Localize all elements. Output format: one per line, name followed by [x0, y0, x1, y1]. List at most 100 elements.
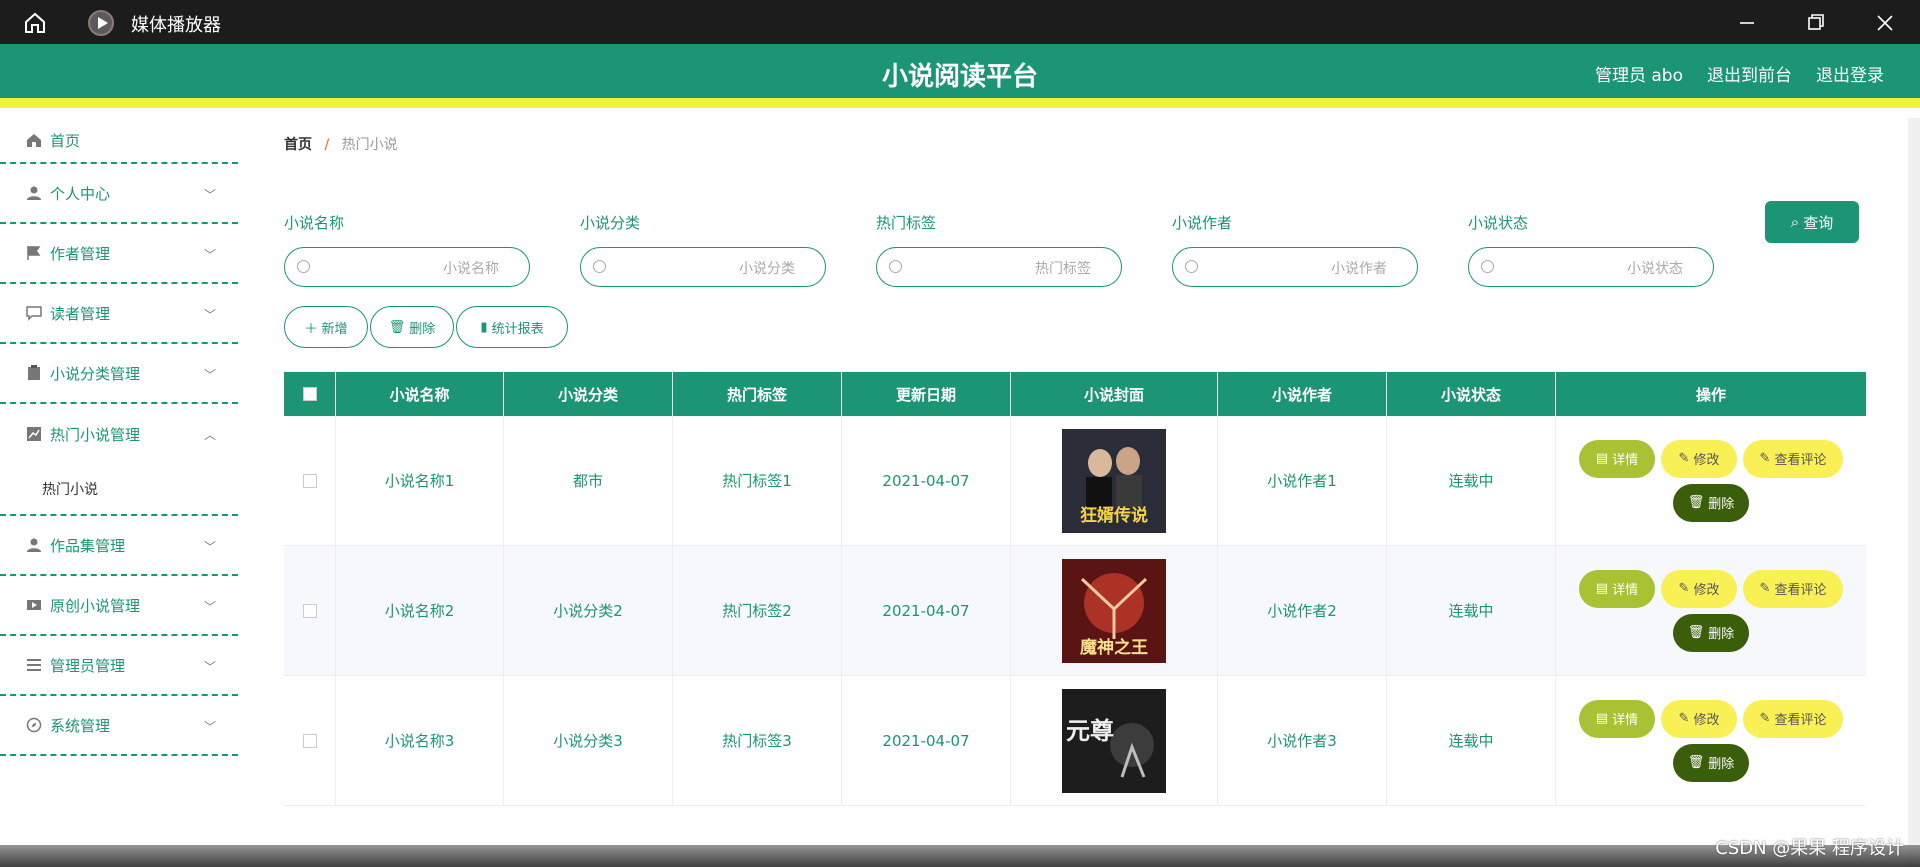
trash-icon: 🗑 [1687, 495, 1705, 510]
sidebar-item-home[interactable]: 首页 [0, 118, 238, 164]
detail-button[interactable]: ▤ 详情 [1579, 439, 1655, 478]
document-icon: ▤ [1595, 711, 1609, 726]
breadcrumb-current: 热门小说 [341, 137, 398, 153]
filter-label: 小说作者 [1172, 214, 1233, 232]
filter-novel-category: 小说分类 小说分类 [580, 212, 826, 287]
column-header: 操作 [1695, 385, 1726, 404]
bar-chart-icon: ▮ [480, 319, 488, 335]
pencil-icon: ✎ [1759, 581, 1771, 596]
sidebar-item-original[interactable]: 原创小说管理 ﹀ [0, 576, 238, 636]
filter-label: 热门标签 [876, 214, 937, 232]
chevron-down-icon: ﹀ [203, 248, 216, 262]
plus-icon: ＋ [304, 321, 318, 337]
row-delete-button[interactable]: 🗑 删除 [1673, 613, 1749, 652]
detail-label: 详情 [1612, 583, 1639, 598]
input-placeholder: 小说名称 [443, 261, 499, 277]
sidebar-subitem-hot-novel[interactable]: 热门小说 [0, 464, 238, 516]
table-row: 小说名称1 都市 热门标签1 2021-04-07 狂婿传说 小说作者1 连载中… [284, 416, 1866, 546]
filter-novel-name: 小说名称 小说名称 [284, 212, 530, 287]
watermark: CSDN @果果 程序设计 [1715, 838, 1904, 859]
flag-icon [27, 246, 41, 260]
detail-button[interactable]: ▤ 详情 [1579, 569, 1655, 608]
edit-label: 修改 [1693, 713, 1720, 728]
vertical-scrollbar[interactable] [1908, 118, 1920, 867]
row-checkbox[interactable] [302, 473, 317, 488]
cell-status: 连载中 [1387, 416, 1556, 545]
exit-to-front-link[interactable]: 退出到前台 [1707, 61, 1792, 86]
document-icon: ▤ [1595, 581, 1609, 596]
edit-button[interactable]: ✎ 修改 [1661, 569, 1737, 608]
close-icon[interactable] [1872, 10, 1898, 36]
sidebar-item-label: 个人中心 [50, 184, 111, 203]
input-placeholder: 小说作者 [1331, 261, 1387, 277]
add-button[interactable]: ＋新增 [284, 306, 368, 348]
edit-button[interactable]: ✎ 修改 [1661, 699, 1737, 738]
delete-button[interactable]: 🗑 删除 [370, 306, 454, 348]
view-comments-button[interactable]: ✎ 查看评论 [1743, 569, 1843, 608]
breadcrumb-home[interactable]: 首页 [284, 137, 312, 153]
list-icon [27, 659, 41, 671]
edit-button[interactable]: ✎ 修改 [1661, 439, 1737, 478]
row-checkbox[interactable] [302, 603, 317, 618]
select-all-checkbox[interactable] [302, 387, 317, 401]
chevron-down-icon: ﹀ [203, 660, 216, 674]
sidebar-item-label: 读者管理 [50, 304, 111, 323]
sidebar-item-hot-novels[interactable]: 热门小说管理 ︿ [0, 404, 238, 464]
player-control-bar [0, 845, 1920, 867]
sidebar-item-authors[interactable]: 作者管理 ﹀ [0, 224, 238, 284]
home-icon[interactable] [22, 11, 48, 35]
hot-tag-input[interactable]: 热门标签 [876, 247, 1122, 287]
sidebar-item-personal[interactable]: 个人中心 ﹀ [0, 164, 238, 224]
row-delete-button[interactable]: 🗑 删除 [1673, 743, 1749, 782]
row-select-cell [284, 546, 336, 675]
cover-title: 狂婿传说 [1080, 505, 1148, 526]
edit-label: 修改 [1693, 453, 1720, 468]
cell-hot-tag: 热门标签1 [673, 416, 842, 545]
stats-report-button[interactable]: ▮ 统计报表 [456, 306, 568, 348]
search-icon [297, 260, 310, 273]
document-icon: ▤ [1595, 451, 1609, 466]
sidebar-item-categories[interactable]: 小说分类管理 ﹀ [0, 344, 238, 404]
trash-icon: 🗑 [1687, 625, 1705, 640]
novel-status-input[interactable]: 小说状态 [1468, 247, 1714, 287]
novel-category-input[interactable]: 小说分类 [580, 247, 826, 287]
filter-novel-status: 小说状态 小说状态 [1468, 212, 1714, 287]
view-comments-button[interactable]: ✎ 查看评论 [1743, 699, 1843, 738]
sidebar-item-system[interactable]: 系统管理 ﹀ [0, 696, 238, 756]
novel-author-input[interactable]: 小说作者 [1172, 247, 1418, 287]
chevron-down-icon: ﹀ [203, 308, 216, 322]
row-checkbox[interactable] [302, 733, 317, 748]
cell-novel-name: 小说名称3 [336, 676, 504, 805]
row-delete-button[interactable]: 🗑 删除 [1673, 483, 1749, 522]
query-button[interactable]: ⌕ 查询 [1765, 201, 1859, 243]
pencil-icon: ✎ [1678, 451, 1690, 466]
filter-hot-tag: 热门标签 热门标签 [876, 212, 1122, 287]
trash-icon: 🗑 [1687, 755, 1705, 770]
sidebar-item-readers[interactable]: 读者管理 ﹀ [0, 284, 238, 344]
minimize-icon[interactable] [1734, 10, 1760, 36]
sidebar-item-admins[interactable]: 管理员管理 ﹀ [0, 636, 238, 696]
cell-author: 小说作者2 [1218, 546, 1387, 675]
row-select-cell [284, 416, 336, 545]
detail-button[interactable]: ▤ 详情 [1579, 699, 1655, 738]
chevron-down-icon: ﹀ [203, 720, 216, 734]
admin-label: 管理员 abo [1594, 66, 1683, 86]
logout-link[interactable]: 退出登录 [1816, 61, 1884, 86]
novel-cover-image[interactable]: 狂婿传说 [1062, 428, 1166, 533]
user-icon [27, 538, 41, 552]
novel-cover-image[interactable]: 元尊 [1062, 688, 1166, 793]
novel-name-input[interactable]: 小说名称 [284, 247, 530, 287]
comment-label: 查看评论 [1774, 583, 1827, 598]
view-comments-button[interactable]: ✎ 查看评论 [1743, 439, 1843, 478]
input-placeholder: 热门标签 [1035, 261, 1091, 277]
sidebar-item-label: 管理员管理 [50, 656, 126, 675]
sidebar-item-collections[interactable]: 作品集管理 ﹀ [0, 516, 238, 576]
cell-novel-name: 小说名称2 [336, 546, 504, 675]
clipboard-icon [28, 365, 40, 380]
sidebar-item-label: 作品集管理 [50, 536, 126, 555]
input-placeholder: 小说分类 [739, 261, 795, 277]
filter-label: 小说名称 [284, 214, 345, 232]
cell-category: 小说分类2 [504, 546, 673, 675]
restore-icon[interactable] [1803, 10, 1829, 36]
novel-cover-image[interactable]: 魔神之王 [1062, 558, 1166, 663]
